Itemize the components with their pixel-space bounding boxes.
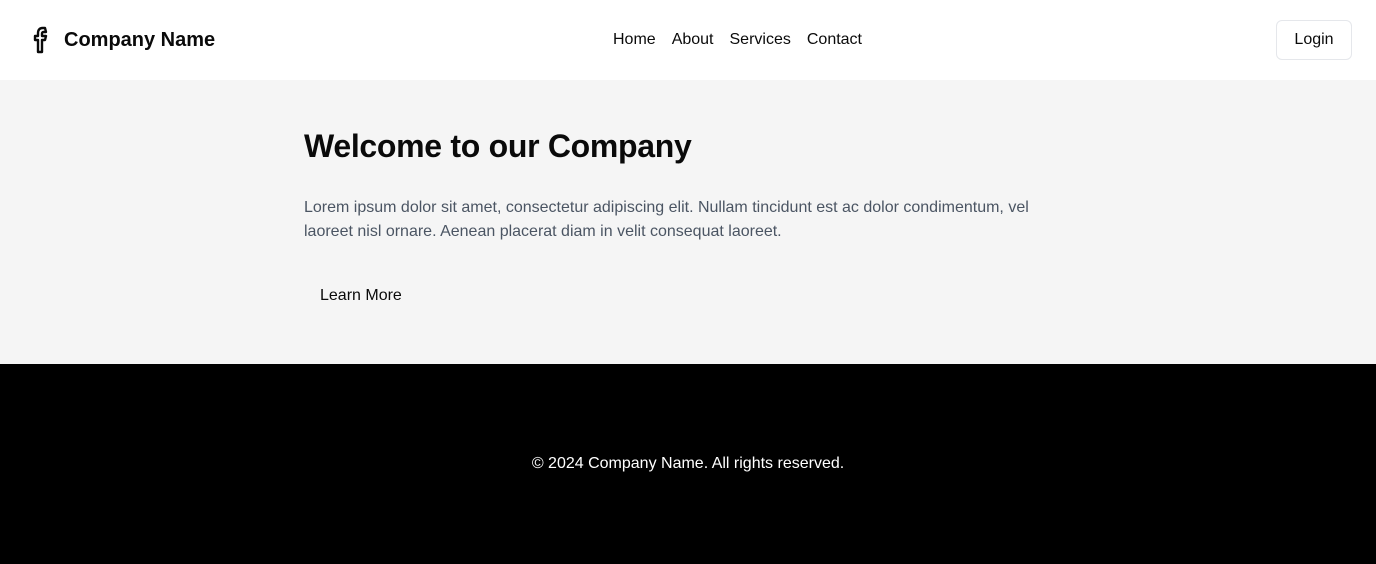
site-header: Company Name Home About Services Contact…: [0, 0, 1376, 80]
main-nav: Home About Services Contact: [613, 29, 862, 51]
hero-title: Welcome to our Company: [304, 128, 692, 164]
nav-link-contact[interactable]: Contact: [807, 29, 862, 51]
nav-link-services[interactable]: Services: [730, 29, 791, 51]
hero-description: Lorem ipsum dolor sit amet, consectetur …: [304, 199, 1029, 240]
nav-link-home[interactable]: Home: [613, 29, 656, 51]
login-button[interactable]: Login: [1276, 20, 1352, 60]
brand-name: Company Name: [64, 28, 216, 51]
nav-link-about[interactable]: About: [672, 29, 714, 51]
site-footer: © 2024 Company Name. All rights reserved…: [0, 364, 1376, 564]
hero-section: Welcome to our Company Lorem ipsum dolor…: [0, 80, 1376, 364]
footer-copyright: © 2024 Company Name. All rights reserved…: [531, 455, 845, 472]
learn-more-button[interactable]: Learn More: [304, 276, 418, 316]
brand-link[interactable]: Company Name: [29, 25, 215, 55]
facebook-icon: [29, 25, 53, 55]
